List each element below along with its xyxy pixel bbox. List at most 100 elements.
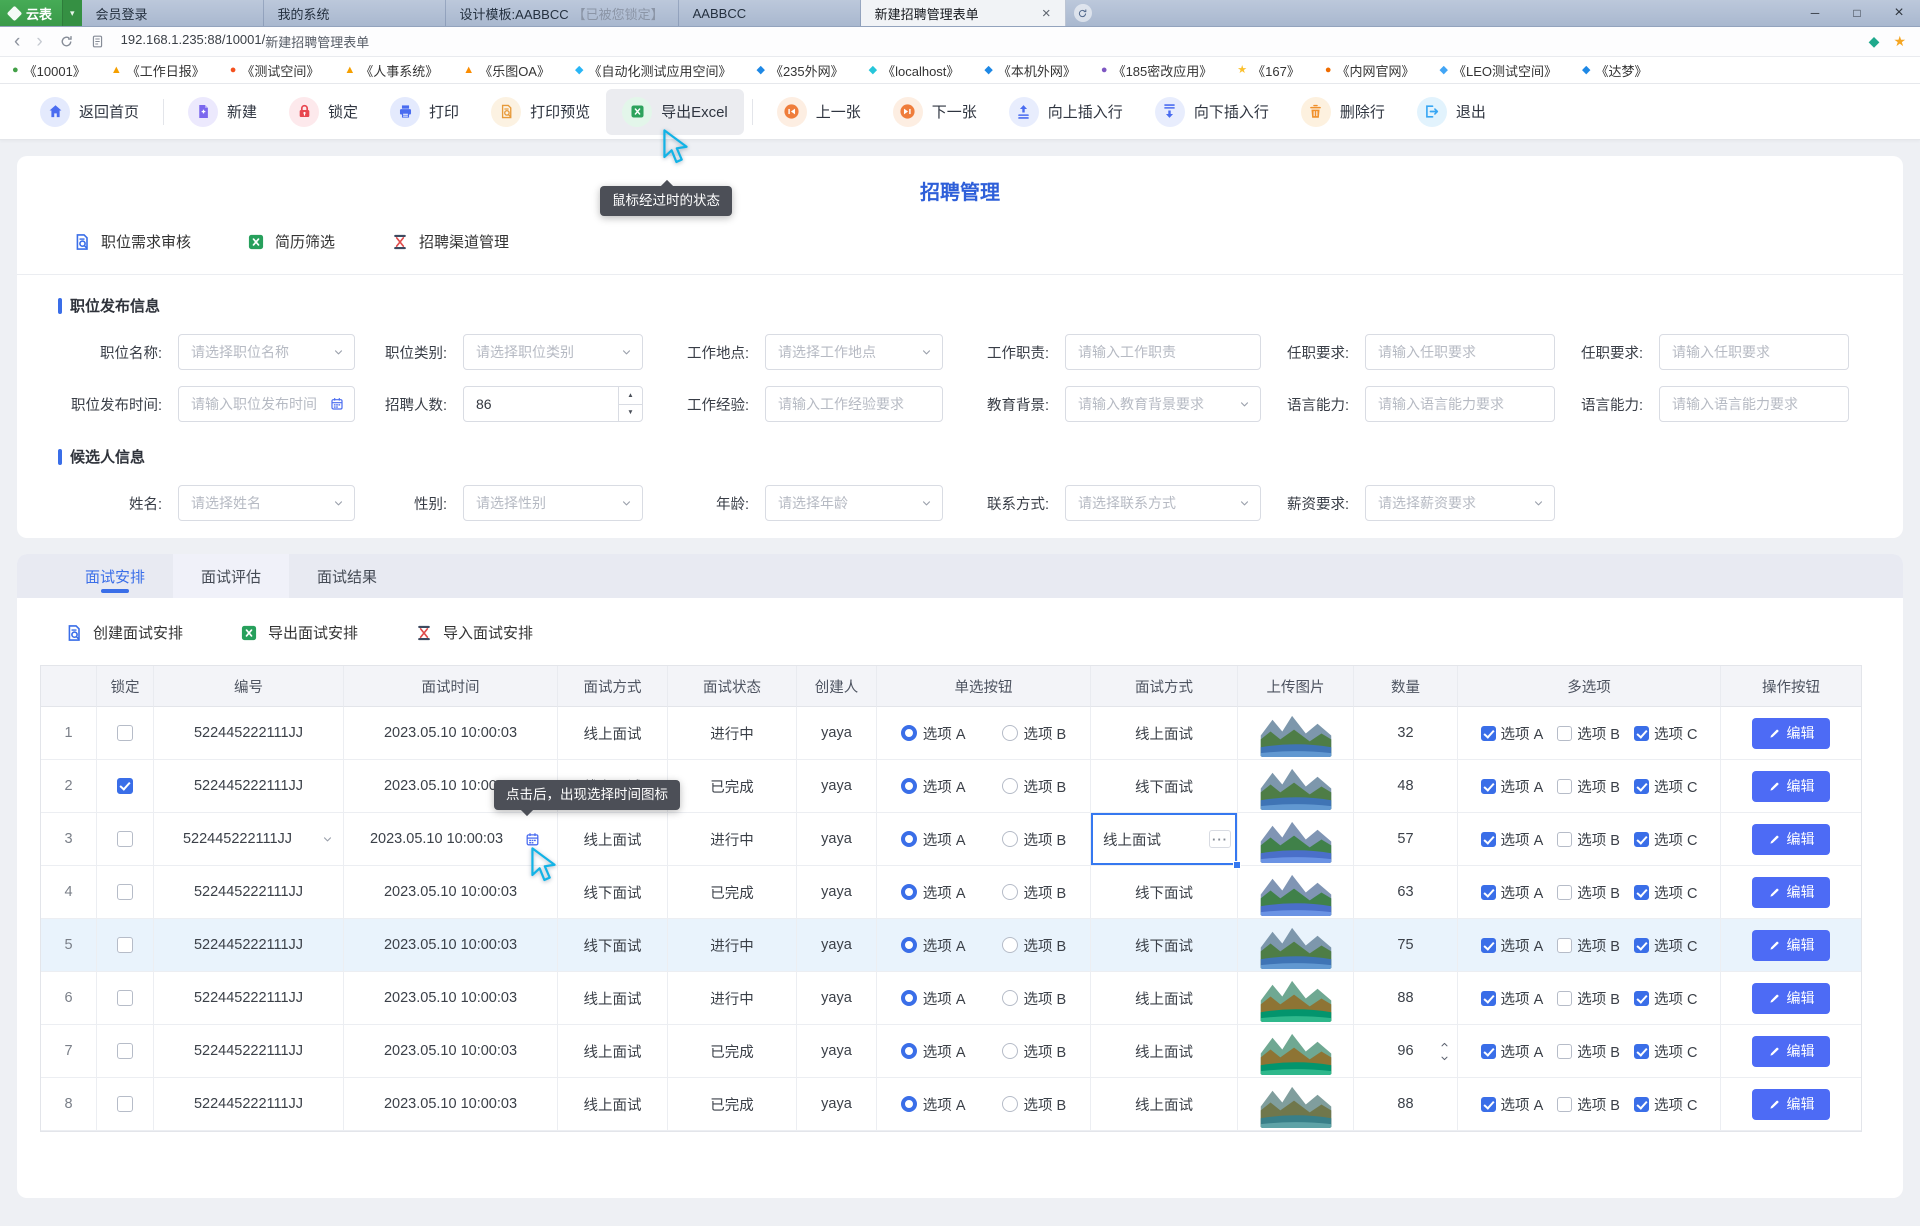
- text-input[interactable]: 请输入语言能力要求: [1659, 386, 1849, 422]
- photo-thumbnail[interactable]: [1260, 763, 1332, 810]
- stepper-buttons[interactable]: ▲▼: [618, 387, 642, 421]
- interview-time-cell[interactable]: 2023.05.10 10:00:03: [344, 919, 558, 972]
- lock-checkbox[interactable]: [117, 1096, 133, 1112]
- select-field[interactable]: 请选择年龄: [765, 485, 943, 521]
- chevron-down-icon[interactable]: [321, 833, 334, 846]
- lock-checkbox[interactable]: [117, 725, 133, 741]
- option-radio[interactable]: [1002, 831, 1018, 847]
- option-radio[interactable]: [901, 884, 917, 900]
- toolbar-button[interactable]: 向下插入行: [1139, 89, 1285, 135]
- photo-thumbnail[interactable]: [1260, 1028, 1332, 1075]
- edit-button[interactable]: 编辑: [1752, 983, 1830, 1014]
- select-field[interactable]: 请输入教育背景要求: [1065, 386, 1261, 422]
- interview-time-cell[interactable]: 2023.05.10 10:00:03: [344, 1078, 558, 1131]
- toolbar-button[interactable]: 删除行: [1285, 89, 1401, 135]
- option-radio[interactable]: [901, 1096, 917, 1112]
- photo-thumbnail[interactable]: [1260, 922, 1332, 969]
- option-checkbox[interactable]: [1634, 779, 1649, 794]
- calendar-icon[interactable]: [329, 396, 345, 412]
- text-input[interactable]: 请输入任职要求: [1659, 334, 1849, 370]
- code-cell[interactable]: 522445222111JJ: [154, 972, 344, 1025]
- bookmark-item[interactable]: ▲《工作日报》: [111, 61, 205, 80]
- lock-checkbox[interactable]: [117, 778, 133, 794]
- toolbar-button[interactable]: 向上插入行: [993, 89, 1139, 135]
- option-checkbox[interactable]: [1634, 1097, 1649, 1112]
- photo-thumbnail[interactable]: [1260, 1081, 1332, 1128]
- toolbar-button[interactable]: 导出Excel: [606, 89, 744, 135]
- back-button[interactable]: ‹: [14, 32, 20, 51]
- option-checkbox[interactable]: [1481, 1044, 1496, 1059]
- bookmark-item[interactable]: ◆《自动化测试应用空间》: [575, 61, 731, 80]
- option-checkbox[interactable]: [1557, 832, 1572, 847]
- option-checkbox[interactable]: [1557, 1097, 1572, 1112]
- quick-action-button[interactable]: 职位需求审核: [72, 231, 191, 252]
- date-field[interactable]: 请输入职位发布时间: [178, 386, 355, 422]
- bookmark-item[interactable]: ●《内网官网》: [1325, 61, 1415, 80]
- option-checkbox[interactable]: [1557, 726, 1572, 741]
- photo-thumbnail[interactable]: [1260, 816, 1332, 863]
- bookmark-item[interactable]: ▲《人事系统》: [344, 61, 438, 80]
- interview-time-cell[interactable]: 2023.05.10 10:00:03: [344, 760, 558, 813]
- browser-tab[interactable]: 会员登录: [82, 0, 264, 26]
- bookmark-item[interactable]: ◆《235外网》: [756, 61, 843, 80]
- code-cell[interactable]: 522445222111JJ: [154, 760, 344, 813]
- option-checkbox[interactable]: [1634, 1044, 1649, 1059]
- minimize-button[interactable]: ─: [1794, 0, 1836, 26]
- interview-time-cell[interactable]: 2023.05.10 10:00:03: [344, 866, 558, 919]
- bookmark-item[interactable]: ◆《达梦》: [1582, 61, 1647, 80]
- table-action-button[interactable]: 创建面试安排: [64, 622, 183, 643]
- calendar-icon[interactable]: [524, 831, 541, 848]
- close-button[interactable]: ×: [1878, 0, 1920, 26]
- photo-thumbnail[interactable]: [1260, 975, 1332, 1022]
- lock-checkbox[interactable]: [117, 884, 133, 900]
- toolbar-button[interactable]: 新建: [172, 89, 273, 135]
- edit-button[interactable]: 编辑: [1752, 718, 1830, 749]
- option-checkbox[interactable]: [1481, 1097, 1496, 1112]
- edit-button[interactable]: 编辑: [1752, 771, 1830, 802]
- edit-button[interactable]: 编辑: [1752, 824, 1830, 855]
- option-radio[interactable]: [901, 725, 917, 741]
- code-cell[interactable]: 522445222111JJ: [154, 1078, 344, 1131]
- toolbar-button[interactable]: 打印预览: [475, 89, 606, 135]
- logo-dropdown-button[interactable]: ▾: [62, 0, 82, 26]
- interview-time-cell[interactable]: 2023.05.10 10:00:03: [344, 972, 558, 1025]
- option-radio[interactable]: [901, 831, 917, 847]
- refresh-icon[interactable]: [59, 34, 74, 49]
- option-checkbox[interactable]: [1557, 938, 1572, 953]
- maximize-button[interactable]: □: [1836, 0, 1878, 26]
- table-action-button[interactable]: 导出面试安排: [239, 622, 358, 643]
- option-radio[interactable]: [1002, 1096, 1018, 1112]
- code-cell[interactable]: 522445222111JJ: [154, 919, 344, 972]
- interview-time-cell[interactable]: 2023.05.10 10:00:03: [344, 1025, 558, 1078]
- option-checkbox[interactable]: [1634, 885, 1649, 900]
- forward-button[interactable]: ›: [36, 32, 42, 51]
- extensions-icon[interactable]: ◆: [1869, 33, 1880, 50]
- quick-action-button[interactable]: 简历筛选: [246, 231, 335, 252]
- option-checkbox[interactable]: [1557, 1044, 1572, 1059]
- browser-tab[interactable]: 我的系统: [264, 0, 446, 26]
- code-cell[interactable]: 522445222111JJ: [154, 1025, 344, 1078]
- select-field[interactable]: 请选择姓名: [178, 485, 355, 521]
- photo-thumbnail[interactable]: [1260, 710, 1332, 757]
- bookmark-item[interactable]: ●《测试空间》: [230, 61, 320, 80]
- option-radio[interactable]: [1002, 990, 1018, 1006]
- toolbar-button[interactable]: 锁定: [273, 89, 374, 135]
- bookmark-item[interactable]: ◆《本机外网》: [984, 61, 1075, 80]
- option-checkbox[interactable]: [1481, 832, 1496, 847]
- lock-checkbox[interactable]: [117, 831, 133, 847]
- option-checkbox[interactable]: [1481, 726, 1496, 741]
- option-checkbox[interactable]: [1634, 726, 1649, 741]
- option-checkbox[interactable]: [1557, 779, 1572, 794]
- code-cell[interactable]: 522445222111JJ: [154, 707, 344, 760]
- option-radio[interactable]: [901, 937, 917, 953]
- toolbar-button[interactable]: 下一张: [877, 89, 993, 135]
- text-input[interactable]: 请输入工作职责: [1065, 334, 1261, 370]
- browser-tab[interactable]: AABBCC: [679, 0, 861, 26]
- lock-checkbox[interactable]: [117, 1043, 133, 1059]
- select-field[interactable]: 请选择联系方式: [1065, 485, 1261, 521]
- interview-time-cell[interactable]: 2023.05.10 10:00:03: [344, 707, 558, 760]
- select-field[interactable]: 请选择工作地点: [765, 334, 943, 370]
- interview-time-cell[interactable]: 2023.05.10 10:00:03: [344, 813, 558, 866]
- option-checkbox[interactable]: [1634, 991, 1649, 1006]
- toolbar-button[interactable]: 返回首页: [24, 89, 155, 135]
